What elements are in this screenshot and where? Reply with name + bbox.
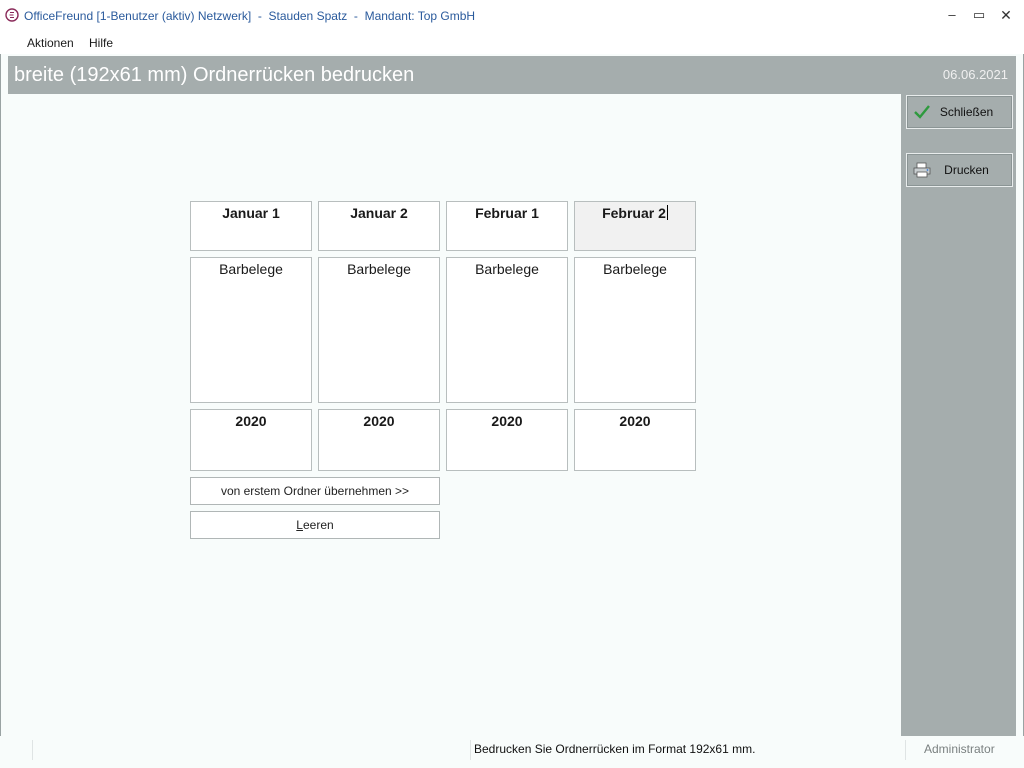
- page-header: breite (192x61 mm) Ordnerrücken bedrucke…: [8, 56, 1016, 94]
- description-field-1-text: Barbelege: [219, 261, 283, 277]
- minimize-button[interactable]: –: [937, 4, 967, 26]
- title-bar[interactable]: OfficeFreund [1-Benutzer (aktiv) Netzwer…: [0, 0, 1024, 32]
- description-field-3-text: Barbelege: [475, 261, 539, 277]
- year-field-3[interactable]: 2020: [446, 409, 568, 471]
- close-window-button[interactable]: ✕: [991, 4, 1021, 26]
- month-field-4-text: Februar 2: [602, 205, 666, 221]
- description-field-1[interactable]: Barbelege: [190, 257, 312, 403]
- status-separator: [470, 740, 471, 760]
- menu-bar: Aktionen Hilfe: [0, 32, 1024, 54]
- year-field-2-text: 2020: [363, 413, 395, 429]
- month-field-1-text: Januar 1: [222, 205, 280, 221]
- month-field-3[interactable]: Februar 1: [446, 201, 568, 251]
- year-field-1[interactable]: 2020: [190, 409, 312, 471]
- status-message: Bedrucken Sie Ordnerrücken im Format 192…: [474, 742, 756, 756]
- text-cursor: [666, 205, 668, 220]
- description-field-4-text: Barbelege: [603, 261, 667, 277]
- status-separator: [32, 740, 33, 760]
- month-field-3-text: Februar 1: [475, 205, 539, 221]
- year-field-4[interactable]: 2020: [574, 409, 696, 471]
- description-field-2[interactable]: Barbelege: [318, 257, 440, 403]
- menu-aktionen[interactable]: Aktionen: [27, 36, 74, 50]
- print-button[interactable]: Drucken: [906, 153, 1013, 187]
- clear-button[interactable]: Leeren: [190, 511, 440, 539]
- month-field-1[interactable]: Januar 1: [190, 201, 312, 251]
- year-field-4-text: 2020: [619, 413, 651, 429]
- year-field-2[interactable]: 2020: [318, 409, 440, 471]
- print-button-label: Drucken: [944, 163, 989, 177]
- description-field-4[interactable]: Barbelege: [574, 257, 696, 403]
- year-field-1-text: 2020: [235, 413, 267, 429]
- year-field-3-text: 2020: [491, 413, 523, 429]
- description-field-2-text: Barbelege: [347, 261, 411, 277]
- side-panel: Schließen Drucken: [901, 94, 1016, 736]
- status-separator: [905, 740, 906, 760]
- window-title: OfficeFreund [1-Benutzer (aktiv) Netzwer…: [24, 9, 476, 23]
- maximize-button[interactable]: ▭: [964, 4, 994, 26]
- officefreund-logo-icon: [5, 8, 19, 22]
- page-title: breite (192x61 mm) Ordnerrücken bedrucke…: [14, 64, 415, 86]
- copy-from-first-button[interactable]: von erstem Ordner übernehmen >>: [190, 477, 440, 505]
- month-field-4[interactable]: Februar 2: [574, 201, 696, 251]
- status-user: Administrator: [924, 742, 995, 756]
- page-date: 06.06.2021: [942, 67, 1008, 82]
- close-button[interactable]: Schließen: [906, 95, 1013, 129]
- close-button-label: Schließen: [939, 105, 994, 119]
- month-field-2[interactable]: Januar 2: [318, 201, 440, 251]
- description-field-3[interactable]: Barbelege: [446, 257, 568, 403]
- month-field-2-text: Januar 2: [350, 205, 408, 221]
- menu-hilfe[interactable]: Hilfe: [89, 36, 113, 50]
